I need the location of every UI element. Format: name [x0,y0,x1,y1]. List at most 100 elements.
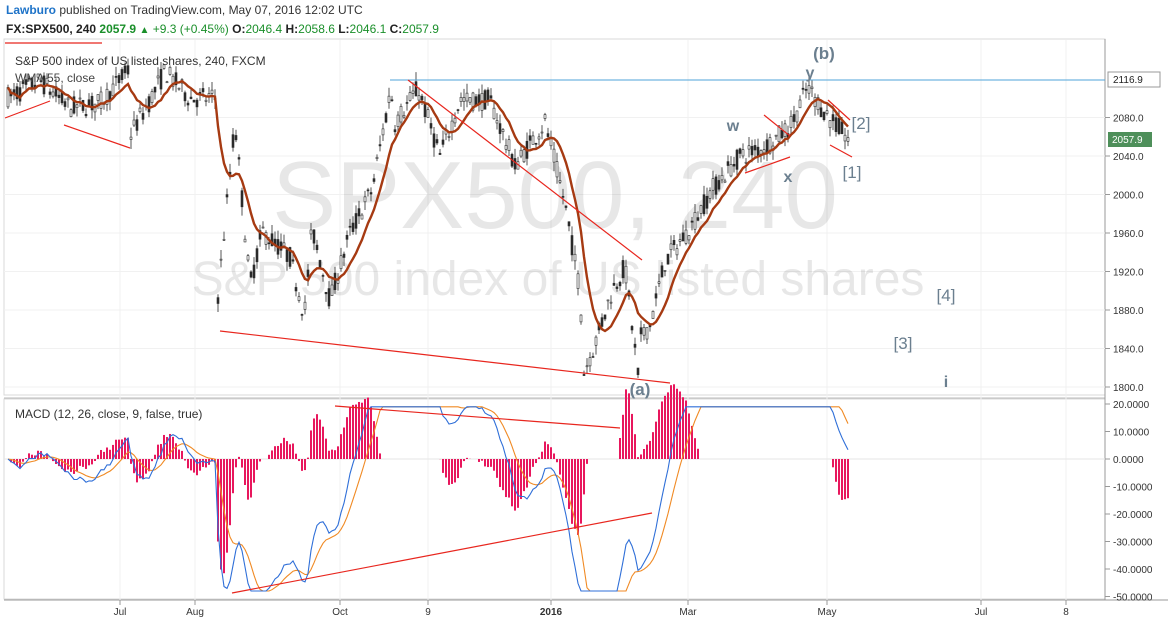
candle-body [633,343,637,348]
histogram-bar [307,457,309,459]
candle-body [645,327,649,340]
candle-body [552,148,556,163]
candle-body [63,101,67,107]
wave-label-b: (b) [813,44,835,63]
candle-body [297,296,301,301]
candle-body [618,281,622,287]
candle-body [342,253,346,258]
candle-body [537,136,541,140]
histogram-bar [280,443,282,459]
candle-body [363,196,367,203]
candle-body [435,139,439,144]
candle-body [132,119,136,126]
candle-body [642,327,646,336]
histogram-bar [622,414,624,459]
histogram-bar [85,459,87,469]
candle-body [540,131,544,134]
candle-body [129,136,133,140]
histogram-bar [619,438,621,459]
candle-body [66,97,70,101]
last-price-badge: 2057.9 [1112,135,1143,146]
candle-body [336,280,340,284]
candle-body [699,205,703,214]
candle-body [591,356,595,358]
macd-tick-label: -50.0000 [1113,593,1153,604]
candle-body [243,238,247,243]
candle-body [831,114,835,122]
histogram-bar [340,434,342,459]
price-tick-label: 1800.0 [1113,383,1144,394]
candle-body [729,164,733,177]
candle-body [309,229,313,235]
candle-body [114,76,118,78]
macd-trendline-bottom[interactable] [231,512,653,594]
histogram-bar [247,459,249,500]
histogram-bar [529,459,531,477]
histogram-bar [676,388,678,459]
histogram-bar [547,444,549,459]
candle-body [219,258,223,261]
candle-body [195,99,199,108]
macd-tick-label: -20.0000 [1113,510,1153,521]
candle-body [804,88,808,91]
price-tick-label: 2000.0 [1113,191,1144,202]
candle-body [414,81,418,97]
histogram-bar [259,459,261,462]
candle-body [381,128,385,136]
candle-body [672,240,676,246]
level-badge: 2116.9 [1113,75,1143,86]
price-axis[interactable]: 2080.0 2040.0 2000.0 1960.0 1920.0 1880.0 1840… [1105,114,1144,395]
candle-body [504,145,508,150]
wave-label-2: [2] [852,114,871,133]
histogram-bar [181,450,183,459]
candle-body [405,102,409,104]
histogram-bar [226,459,228,553]
price-chart[interactable]: SPX500, 240 S&P 500 index of US listed s… [0,0,1168,627]
histogram-bar [487,459,489,468]
histogram-bar [79,459,81,466]
macd-axis[interactable]: 20.0000 10.0000 0.0000 -10.0000 -20.0000 -30.… [1105,400,1153,604]
time-tick-label: May [818,607,837,618]
price-tick-label: 2040.0 [1113,152,1144,163]
time-tick-label: Oct [332,607,348,618]
candle-body [432,133,436,148]
candle-body [690,220,694,223]
histogram-bar [250,459,252,498]
histogram-bar [370,406,372,459]
candle-body [528,135,532,141]
candle-body [600,317,604,327]
candle-body [612,282,616,286]
candle-body [225,194,229,198]
candle-body [609,301,613,304]
histogram-bar [646,444,648,459]
wave-label-w: w [726,118,740,135]
price-tick-label: 1920.0 [1113,268,1144,279]
histogram-bar [271,450,273,459]
histogram-bar [274,446,276,459]
candle-body [387,95,391,103]
candle-body [255,248,259,263]
histogram-bar [154,454,156,459]
candle-body [318,260,322,269]
wma-legend: WMA 55, close [15,71,95,85]
histogram-bar [445,459,447,478]
candle-body [462,97,466,102]
candle-body [369,192,373,195]
histogram-bar [694,438,696,459]
histogram-bar [841,459,843,500]
trendline-support[interactable] [219,330,671,384]
histogram-bar [490,459,492,467]
candle-body [774,134,778,137]
histogram-bar [76,459,78,472]
time-axis[interactable]: Jul Aug Oct 9 2016 Mar May Jul 8 [114,600,1070,618]
trendline-left-lower[interactable] [4,100,51,119]
candle-body [708,190,712,199]
candle-body [186,102,190,106]
histogram-bar [577,459,579,535]
macd-tick-label: -10.0000 [1113,483,1153,494]
candle-body [429,123,433,129]
histogram-bar [103,451,105,459]
histogram-bar [202,459,204,467]
histogram-bar [499,459,501,487]
candle-body [687,235,691,241]
